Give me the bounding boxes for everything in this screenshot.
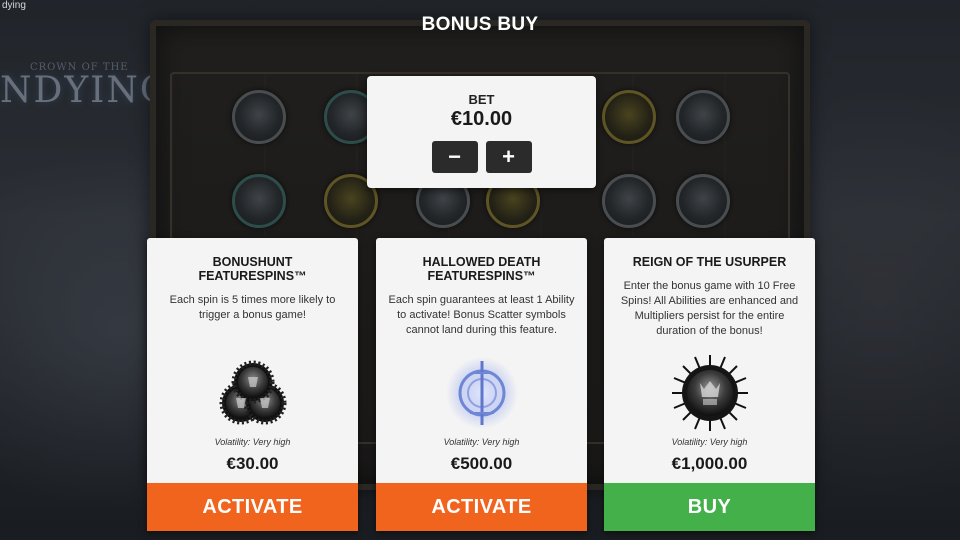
card-description: Each spin guarantees at least 1 Ability …	[388, 294, 575, 336]
card-title-line: BONUSHUNT	[212, 255, 293, 269]
card-title: REIGN OF THE USURPER	[604, 255, 815, 269]
card-title-line: REIGN OF THE USURPER	[632, 255, 787, 269]
volatility-label: Volatility: Very high	[671, 437, 748, 447]
decrease-bet-button[interactable]: −	[431, 141, 478, 173]
activate-bonushunt-button[interactable]: ACTIVATE	[147, 483, 358, 531]
bet-controls: − +	[367, 141, 596, 173]
minus-icon: −	[448, 144, 461, 169]
activate-hallowed-death-button[interactable]: ACTIVATE	[376, 483, 587, 531]
card-title-line: FEATURESPINS™	[427, 269, 536, 283]
option-price: €500.00	[450, 454, 513, 473]
bonus-option-card-bonushunt: BONUSHUNT FEATURESPINS™ Each spin is 5 t…	[147, 238, 358, 531]
page-title: BONUS BUY	[421, 14, 539, 35]
option-price: €30.00	[226, 454, 279, 473]
card-description: Enter the bonus game with 10 Free Spins!…	[620, 280, 799, 337]
volatility-label: Volatility: Very high	[443, 437, 520, 447]
volatility-label: Volatility: Very high	[214, 437, 291, 447]
card-title: BONUSHUNT FEATURESPINS™	[147, 255, 358, 283]
spiked-crown-emblem-icon	[604, 348, 815, 438]
card-description: Each spin is 5 times more likely to trig…	[169, 294, 336, 321]
buy-reign-of-the-usurper-button[interactable]: BUY	[604, 483, 815, 531]
triple-spiked-orbs-icon	[147, 348, 358, 438]
plus-icon: +	[502, 144, 515, 169]
increase-bet-button[interactable]: +	[485, 141, 532, 173]
card-title-line: HALLOWED DEATH	[422, 255, 541, 269]
bet-panel: BET €10.00 − +	[367, 76, 596, 188]
option-price: €1,000.00	[671, 454, 748, 473]
bonus-option-card-hallowed-death: HALLOWED DEATH FEATURESPINS™ Each spin g…	[376, 238, 587, 531]
card-title: HALLOWED DEATH FEATURESPINS™	[376, 255, 587, 283]
glowing-rune-sigil-icon	[376, 348, 587, 438]
bet-label: BET	[468, 92, 495, 107]
bet-value: €10.00	[450, 108, 513, 130]
card-title-line: FEATURESPINS™	[198, 269, 307, 283]
bonus-option-card-reign-of-the-usurper: REIGN OF THE USURPER Enter the bonus gam…	[604, 238, 815, 531]
window-title-fragment: dying	[2, 0, 26, 11]
